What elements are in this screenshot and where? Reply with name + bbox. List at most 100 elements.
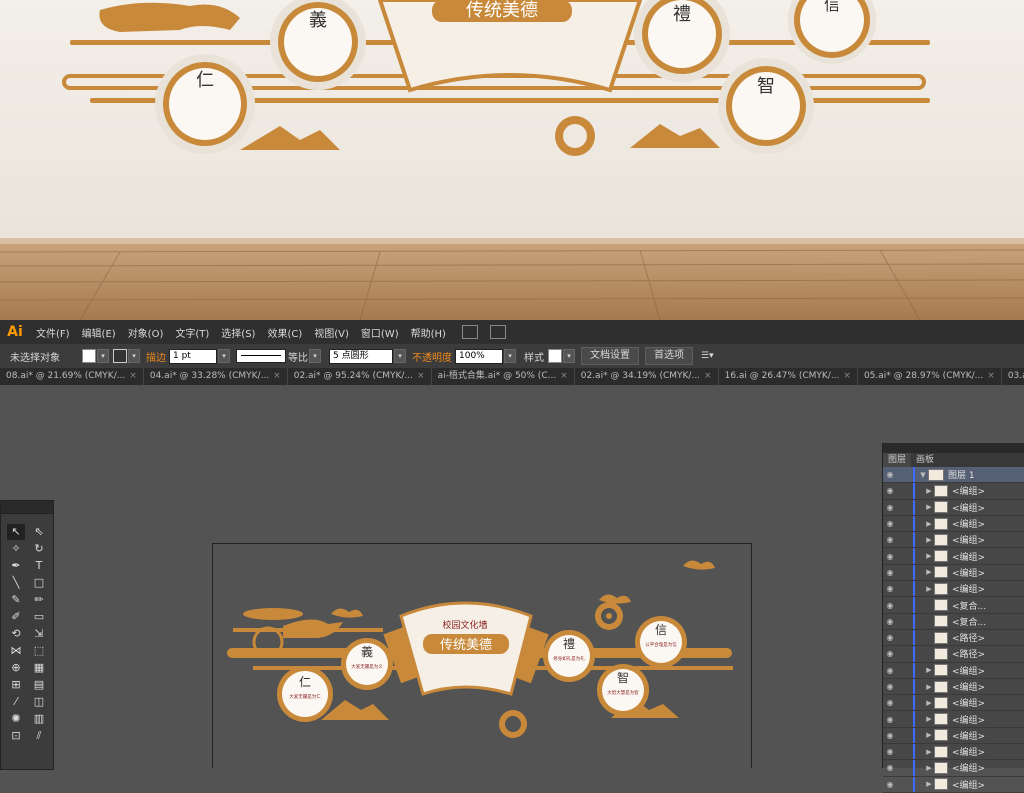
variable-width-profile[interactable]: [236, 349, 286, 363]
blend-tool-icon[interactable]: ◫: [30, 694, 48, 710]
eye-icon[interactable]: ◉: [883, 519, 897, 528]
lasso-tool-icon[interactable]: ↻: [30, 541, 48, 557]
symbol-sprayer-tool-icon[interactable]: ✺: [7, 711, 25, 727]
pen-tool-icon[interactable]: ✒: [7, 558, 25, 574]
disclosure-triangle-icon[interactable]: ▶: [924, 520, 934, 528]
layer-name[interactable]: <编组>: [952, 696, 985, 709]
doc-tab[interactable]: 02.ai* @ 34.19% (CMYK/... ×: [575, 368, 719, 385]
layer-name[interactable]: <编组>: [952, 745, 985, 758]
disclosure-triangle-icon[interactable]: ▶: [924, 699, 934, 707]
eye-icon[interactable]: ◉: [883, 666, 897, 675]
menu-type[interactable]: 文字(T): [169, 325, 215, 340]
eye-icon[interactable]: ◉: [883, 731, 897, 740]
layer-row[interactable]: ◉ ▶ <编组>: [883, 515, 1024, 533]
layer-row[interactable]: ◉ <复合...: [883, 613, 1024, 630]
disclosure-triangle-icon[interactable]: ▶: [924, 780, 934, 788]
close-icon[interactable]: ×: [843, 368, 851, 385]
layer-row[interactable]: ◉ ▶ <编组>: [883, 581, 1024, 598]
disclosure-triangle-icon[interactable]: ▶: [924, 503, 934, 511]
fill-dropdown-icon[interactable]: ▾: [97, 349, 109, 363]
eye-icon[interactable]: ◉: [883, 698, 897, 707]
disclosure-triangle-icon[interactable]: ▶: [924, 536, 934, 544]
tools-panel-header[interactable]: [1, 501, 53, 514]
perspective-grid-tool-icon[interactable]: ▦: [30, 660, 48, 676]
layer-row[interactable]: ◉ ▶ <编组>: [883, 760, 1024, 777]
opacity-dropdown-icon[interactable]: ▾: [504, 349, 516, 363]
eye-icon[interactable]: ◉: [883, 617, 897, 626]
rectangle-tool-icon[interactable]: □: [30, 575, 48, 591]
width-tool-icon[interactable]: ⋈: [7, 643, 25, 659]
opacity-label[interactable]: 不透明度: [412, 349, 452, 364]
menu-file[interactable]: 文件(F): [30, 325, 76, 340]
magic-wand-tool-icon[interactable]: ✧: [7, 541, 25, 557]
eye-icon[interactable]: ◉: [883, 747, 897, 756]
graph-tool-icon[interactable]: ▥: [30, 711, 48, 727]
layer-row[interactable]: ◉ ▶ <编组>: [883, 727, 1024, 745]
close-icon[interactable]: ×: [704, 368, 712, 385]
disclosure-triangle-icon[interactable]: ▶: [924, 552, 934, 560]
layer-row[interactable]: ◉ ▶ <编组>: [883, 483, 1024, 500]
stroke-dropdown-icon[interactable]: ▾: [128, 349, 140, 363]
layer-name[interactable]: <路径>: [952, 631, 985, 644]
disclosure-triangle-icon[interactable]: ▶: [924, 487, 934, 495]
layer-row[interactable]: ◉ ▶ <编组>: [883, 499, 1024, 516]
close-icon[interactable]: ×: [417, 368, 425, 385]
layer-name[interactable]: <编组>: [952, 778, 985, 791]
doc-tab[interactable]: ai-梧式合集.ai* @ 50% (C... ×: [432, 368, 575, 385]
disclosure-triangle-icon[interactable]: ▶: [924, 585, 934, 593]
type-tool-icon[interactable]: T: [30, 558, 48, 574]
doc-tab[interactable]: 04.ai* @ 33.28% (CMYK/... ×: [144, 368, 288, 385]
layer-name[interactable]: <编组>: [952, 550, 985, 563]
eye-icon[interactable]: ◉: [883, 649, 897, 658]
eye-icon[interactable]: ◉: [883, 715, 897, 724]
layer-name[interactable]: <编组>: [952, 713, 985, 726]
doc-tab[interactable]: 05.ai* @ 28.97% (CMYK/... ×: [858, 368, 1002, 385]
doc-tab[interactable]: 02.ai* @ 95.24% (CMYK/... ×: [288, 368, 432, 385]
layer-row[interactable]: ◉ ▶ <编组>: [883, 695, 1024, 712]
brush-dropdown-icon[interactable]: ▾: [394, 349, 406, 363]
doc-tab[interactable]: 08.ai* @ 21.69% (CMYK/... ×: [0, 368, 144, 385]
brush-definition-field[interactable]: 5 点圆形: [329, 348, 393, 364]
opacity-field[interactable]: 100%: [455, 348, 503, 364]
eye-icon[interactable]: ◉: [883, 503, 897, 512]
disclosure-triangle-icon[interactable]: ▶: [924, 731, 934, 739]
mesh-tool-icon[interactable]: ⊞: [7, 677, 25, 693]
eye-icon[interactable]: ◉: [883, 568, 897, 577]
eye-icon[interactable]: ◉: [883, 552, 897, 561]
line-tool-icon[interactable]: ╲: [7, 575, 25, 591]
eye-icon[interactable]: ◉: [883, 486, 897, 495]
menu-view[interactable]: 视图(V): [308, 325, 355, 340]
stroke-weight-dropdown-icon[interactable]: ▾: [218, 349, 230, 363]
document-setup-button[interactable]: 文档设置: [581, 347, 639, 365]
eye-icon[interactable]: ◉: [883, 584, 897, 593]
fill-swatch[interactable]: [82, 349, 96, 363]
panel-menu-icon[interactable]: ☰▾: [701, 351, 714, 361]
layer-name[interactable]: <编组>: [952, 484, 985, 497]
menu-help[interactable]: 帮助(H): [405, 325, 452, 340]
artboard-tool-icon[interactable]: ⊡: [7, 728, 25, 744]
gradient-tool-icon[interactable]: ▤: [30, 677, 48, 693]
eye-icon[interactable]: ◉: [883, 470, 897, 479]
layer-row[interactable]: ◉ ▶ <编组>: [883, 678, 1024, 696]
shape-builder-tool-icon[interactable]: ⊕: [7, 660, 25, 676]
layer-row[interactable]: ◉ ▶ <编组>: [883, 744, 1024, 761]
artboard[interactable]: 校园文化墙 传统美德 仁 大爱无疆是为仁 義 大爱无疆是为义 禮 修身如礼是为礼: [212, 543, 752, 768]
eyedropper-tool-icon[interactable]: ⁄: [7, 694, 25, 710]
layer-name[interactable]: <编组>: [952, 729, 985, 742]
doc-tab[interactable]: 16.ai @ 26.47% (CMYK/... ×: [719, 368, 858, 385]
close-icon[interactable]: ×: [273, 368, 281, 385]
eye-icon[interactable]: ◉: [883, 535, 897, 544]
layer-row-top[interactable]: ◉ ▼ 图层 1: [883, 467, 1024, 484]
disclosure-triangle-icon[interactable]: ▶: [924, 568, 934, 576]
graphic-style-swatch[interactable]: [548, 349, 562, 363]
disclosure-triangle-icon[interactable]: ▶: [924, 715, 934, 723]
menu-object[interactable]: 对象(O): [122, 325, 170, 340]
layer-name[interactable]: 图层 1: [948, 468, 975, 481]
layer-row[interactable]: ◉ ▶ <编组>: [883, 776, 1024, 793]
layer-name[interactable]: <编组>: [952, 533, 985, 546]
blob-brush-tool-icon[interactable]: ✐: [7, 609, 25, 625]
menu-select[interactable]: 选择(S): [215, 325, 261, 340]
canvas-workspace[interactable]: 校园文化墙 传统美德 仁 大爱无疆是为仁 義 大爱无疆是为义 禮 修身如礼是为礼: [0, 385, 1024, 768]
layer-name[interactable]: <编组>: [952, 680, 985, 693]
profile-dropdown-icon[interactable]: ▾: [309, 349, 321, 363]
